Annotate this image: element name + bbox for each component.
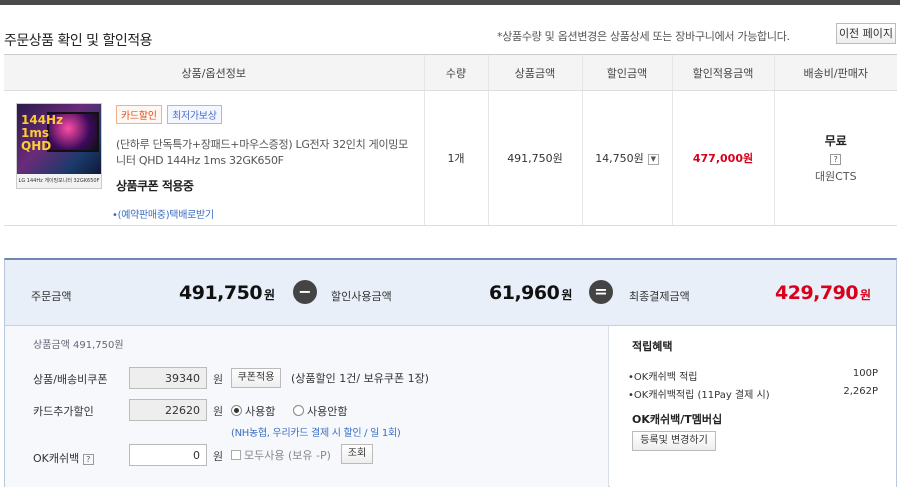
query-button[interactable]: 조회 — [341, 444, 373, 464]
lowest-price-badge: 최저가보상 — [167, 105, 222, 124]
discount-panel: 상품금액 491,750원 상품/배송비쿠폰 원 쿠폰적용 (상품할인 1건/ … — [5, 326, 609, 487]
header-final-price: 할인적용금액 — [671, 54, 774, 91]
benefit-row: •OK캐쉬백 적립 100P — [628, 368, 878, 383]
prev-page-button[interactable]: 이전 페이지 — [836, 23, 896, 44]
seller-name: 대원CTS — [814, 170, 857, 183]
table-row: 144Hz 1ms QHD LG 144Hz 게이밍모니터 32GK650F 카… — [4, 90, 897, 226]
register-change-button[interactable]: 등록및 변경하기 — [632, 431, 716, 451]
card-discount-badge: 카드할인 — [116, 105, 162, 124]
won-unit: 원 — [213, 450, 224, 463]
shipping-fee: 무료 — [824, 134, 847, 148]
header-shipping-seller: 배송비/판매자 — [773, 54, 897, 91]
product-info-cell: 144Hz 1ms QHD LG 144Hz 게이밍모니터 32GK650F 카… — [4, 90, 424, 226]
thumbnail-text: 144Hz 1ms QHD — [21, 113, 64, 153]
header-quantity: 수량 — [423, 54, 488, 91]
coupon-applied-status: 상품쿠폰 적용중 — [116, 179, 194, 193]
discount-detail-toggle[interactable]: ▼ — [647, 153, 659, 165]
okcashbag-help-icon[interactable]: ? — [82, 454, 94, 465]
okcashbag-input[interactable] — [129, 444, 207, 466]
benefit-title: 적립혜택 — [632, 340, 673, 353]
shipping-help-icon[interactable]: ? — [830, 154, 842, 165]
summary-bar: 주문금액 491,750 원 − 할인사용금액 61,960 원 = 최종결제금액 … — [5, 260, 896, 326]
shipping-seller-cell: 무료 ? 대원CTS — [773, 90, 897, 226]
section-title: 주문상품 확인 및 할인적용 — [4, 33, 153, 49]
discount-cell: 14,750원 ▼ — [581, 90, 672, 226]
reserve-delivery-link[interactable]: •(예약판매중)택배로받기 — [112, 206, 214, 221]
header-product-info: 상품/옵션정보 — [4, 54, 424, 91]
final-price-cell: 477,000원 — [671, 90, 774, 226]
thumbnail-caption: LG 144Hz 게이밍모니터 32GK650F — [17, 174, 101, 188]
coupon-info: (상품할인 1건/ 보유쿠폰 1장) — [291, 372, 429, 385]
coupon-label: 상품/배송비쿠폰 — [33, 373, 108, 386]
benefit-row: •OK캐쉬백적립 (11Pay 결제 시) 2,262P — [628, 386, 878, 401]
card-use-radio[interactable]: 사용함 — [231, 403, 275, 419]
use-all-checkbox[interactable]: 모두사용 (보유 -P) — [231, 447, 331, 463]
top-border — [0, 0, 900, 5]
card-not-use-radio[interactable]: 사용안함 — [293, 403, 347, 419]
minus-icon: − — [293, 280, 317, 304]
header-price: 상품금액 — [487, 54, 582, 91]
order-amount-label: 주문금액 — [31, 290, 72, 303]
order-amount-value: 491,750 원 — [179, 282, 275, 304]
checkbox-icon — [231, 450, 241, 460]
apply-coupon-button[interactable]: 쿠폰적용 — [231, 368, 281, 388]
card-discount-label: 카드추가할인 — [33, 405, 94, 418]
product-thumbnail[interactable]: 144Hz 1ms QHD LG 144Hz 게이밍모니터 32GK650F — [16, 103, 102, 189]
card-discount-input[interactable] — [129, 399, 207, 421]
quantity-cell: 1개 — [423, 90, 488, 226]
equals-icon: = — [589, 280, 613, 304]
product-name-link[interactable]: (단하루 단독특가+장패드+마우스증정) LG전자 32인치 게이밍모니터 QH… — [116, 137, 416, 169]
discount-amount: 14,750원 — [595, 152, 644, 165]
okcashbag-label: OK캐쉬백 ? — [33, 450, 94, 466]
discount-amount-value: 61,960 원 — [489, 282, 572, 304]
card-discount-note: (NH농협, 우리카드 결제 시 할인 / 일 1회) — [231, 428, 401, 439]
order-items-table: 상품/옵션정보 수량 상품금액 할인금액 할인적용금액 배송비/판매자 144H… — [4, 54, 897, 226]
membership-title: OK캐쉬백/T멤버십 — [632, 413, 723, 426]
product-badges: 카드할인 최저가보상 — [116, 105, 224, 124]
discount-amount-label: 할인사용금액 — [331, 290, 392, 303]
payment-summary: 주문금액 491,750 원 − 할인사용금액 61,960 원 = 최종결제금액 … — [4, 258, 897, 487]
option-change-notice: *상품수량 및 옵션변경은 상품상세 또는 장바구니에서 가능합니다. — [497, 30, 790, 43]
final-amount-value: 429,790 원 — [775, 282, 871, 304]
final-amount-label: 최종결제금액 — [629, 290, 690, 303]
product-amount-text: 상품금액 491,750원 — [33, 340, 124, 351]
coupon-amount-input[interactable] — [129, 367, 207, 389]
benefit-panel: 적립혜택 •OK캐쉬백 적립 100P •OK캐쉬백적립 (11Pay 결제 시… — [610, 326, 896, 487]
price-cell: 491,750원 — [487, 90, 582, 226]
radio-selected-icon — [231, 405, 242, 416]
radio-empty-icon — [293, 405, 304, 416]
won-unit: 원 — [213, 405, 224, 418]
header-discount: 할인금액 — [581, 54, 672, 91]
won-unit: 원 — [213, 373, 224, 386]
